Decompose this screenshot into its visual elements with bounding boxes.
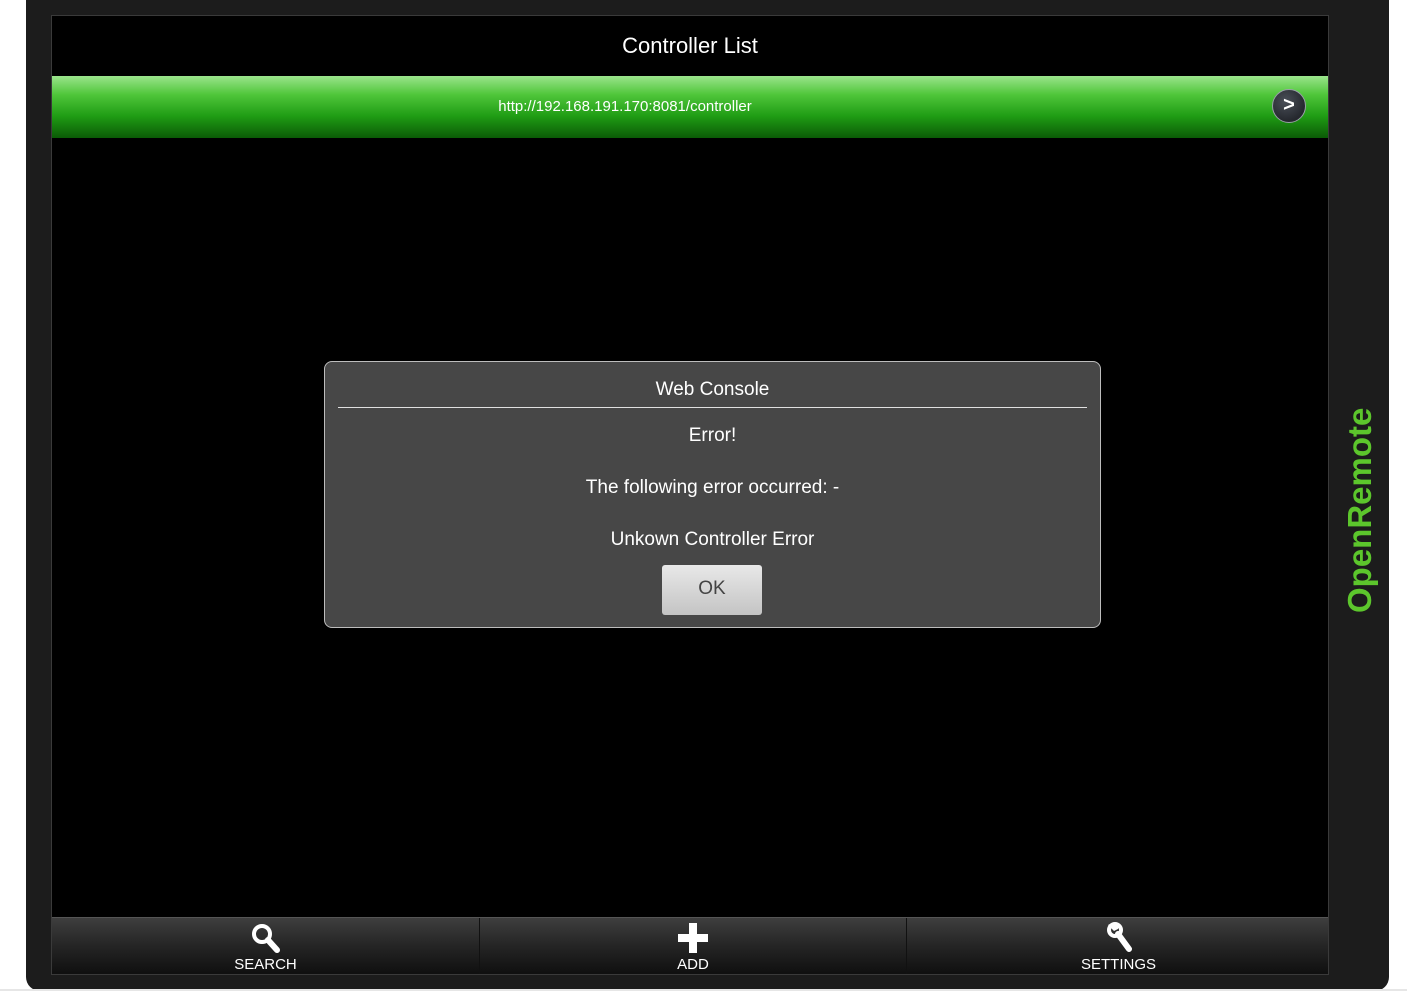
search-icon [251,924,280,953]
bottom-tab-bar: SEARCH ADD SETTINGS [52,917,1328,974]
plus-icon [678,923,708,953]
tab-search[interactable]: SEARCH [52,918,479,974]
tab-settings[interactable]: SETTINGS [906,918,1328,974]
wrench-icon [1106,922,1132,952]
tab-add[interactable]: ADD [479,918,906,974]
app-screen: Controller List http://192.168.191.170:8… [51,15,1329,975]
ok-button[interactable]: OK [662,565,762,615]
page-title: Controller List [52,16,1328,76]
controller-list-item[interactable]: http://192.168.191.170:8081/controller > [52,76,1328,138]
tab-settings-label: SETTINGS [1080,956,1156,973]
openremote-logo: OpenRemote [1341,408,1378,613]
go-button[interactable]: > [1272,89,1306,123]
dialog-message: The following error occurred: - [585,477,840,498]
tab-add-label: ADD [677,956,709,973]
dialog-title: Web Console [338,362,1087,408]
dialog-heading: Error! [688,425,737,446]
tab-search-label: SEARCH [234,956,297,973]
controller-url[interactable]: http://192.168.191.170:8081/controller [52,76,1328,138]
brand-logo-text: OpenRemote [1341,408,1378,613]
dialog-detail: Unkown Controller Error [610,529,815,550]
error-dialog: Web Console Error! The following error o… [324,361,1101,628]
